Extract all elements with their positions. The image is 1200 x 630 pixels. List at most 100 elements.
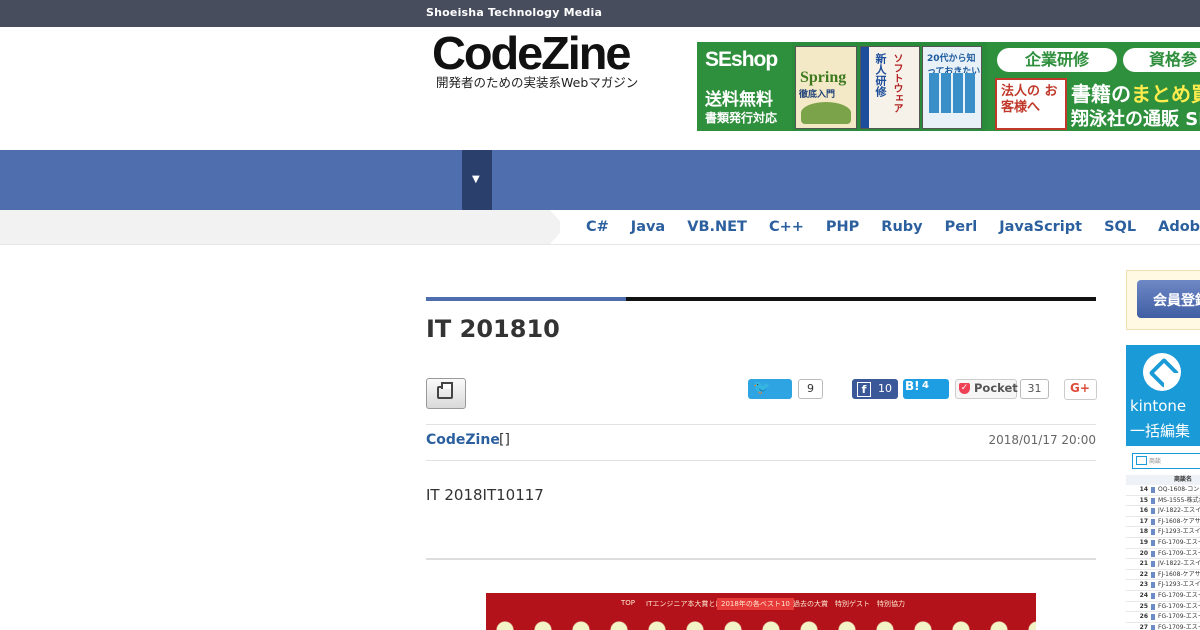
banner-seshop-panel: SEshop 送料無料 書類発行対応	[697, 42, 792, 131]
tag-link-adobe[interactable]: Adobe	[1158, 219, 1200, 235]
kintone-name: kintone	[1130, 397, 1187, 415]
tag-link-java[interactable]: Java	[631, 219, 665, 235]
row-number: 22	[1139, 570, 1148, 578]
seshop-banner-ad[interactable]: SEshop 送料無料 書類発行対応 Spring 徹底入門 新人研修 ソフトウ…	[697, 42, 1200, 131]
banner-free-shipping: 送料無料	[705, 90, 773, 110]
hatena-bookmark-count: 4	[922, 380, 929, 391]
member-register-box: 会員登録	[1126, 270, 1200, 330]
document-icon	[1151, 539, 1155, 546]
kintone-table-row: 19 FG-1709-エスイ	[1126, 538, 1200, 549]
banner-mail-order: 翔泳社の通販 SE	[1071, 109, 1200, 130]
banner-training-pill: 企業研修	[997, 48, 1117, 72]
google-plus-share-button[interactable]: G+	[1064, 379, 1097, 400]
print-button[interactable]	[426, 378, 466, 409]
row-number: 26	[1139, 613, 1148, 621]
facebook-share-button[interactable]: f 10	[852, 379, 898, 399]
row-value: OQ-1608-コンク	[1158, 486, 1200, 493]
kintone-record-table: 商談名 14 OQ-1608-コンク 15 MS-1555-株式会 16 JV-1822-…	[1126, 475, 1200, 630]
author-suffix: []	[499, 432, 510, 448]
kintone-table-row: 14 OQ-1608-コンク	[1126, 485, 1200, 496]
document-icon	[1151, 497, 1155, 504]
row-value: FJ-1608-ケアサ	[1158, 517, 1200, 525]
banner-invoice: 書類発行対応	[705, 111, 778, 125]
tag-links: C# Java VB.NET C++ PHP Ruby Perl JavaScr…	[586, 219, 1200, 235]
tag-link-perl[interactable]: Perl	[945, 219, 978, 235]
site-logo[interactable]: CodeZine 開発者のための実装系Webマガジン	[432, 30, 657, 94]
article-divider	[426, 558, 1096, 560]
row-value: JV-1822-エスイ	[1158, 507, 1200, 515]
tag-link-php[interactable]: PHP	[826, 219, 859, 235]
kintone-ad[interactable]: kintone 一括編集 商談 商談名 14 OQ-1608-コンク 15 MS-15…	[1126, 345, 1200, 630]
kintone-search-field: 商談	[1132, 453, 1200, 469]
kintone-table-row: 16 JV-1822-エスイ	[1126, 506, 1200, 517]
kintone-table-row: 24 FG-1709-エスイ	[1126, 591, 1200, 602]
row-value: FG-1709-エスイ	[1158, 623, 1200, 630]
author-link[interactable]: CodeZine	[426, 432, 500, 448]
facebook-share-count: 10	[878, 382, 892, 395]
article-hero-image: TOP ITエンジニア本大賞とは 2018年の各ベスト10 過去の大賞 特別ゲス…	[486, 593, 1036, 630]
caret-down-icon: ▼	[472, 174, 480, 185]
book-title: 新人研修	[874, 53, 887, 97]
pocket-icon: ✓	[959, 383, 970, 394]
hatena-bookmark-button[interactable]: B! 4	[903, 379, 949, 399]
document-icon	[1151, 592, 1155, 599]
row-number: 16	[1139, 507, 1148, 515]
tag-link-cpp[interactable]: C++	[769, 219, 804, 235]
row-value: JV-1822-エスイ	[1158, 560, 1200, 568]
table-icon	[1136, 456, 1147, 465]
kintone-table-row: 17 FJ-1608-ケアサ	[1126, 517, 1200, 528]
banner-corporate-panel: 企業研修 資格参 法人の お客様へ 書籍のまとめ買 翔泳社の通販 SE	[987, 42, 1200, 131]
hero-image-nav: TOP ITエンジニア本大賞とは 2018年の各ベスト10 過去の大賞 特別ゲス…	[486, 598, 1036, 611]
hero-nav-item: 過去の大賞	[793, 600, 828, 608]
document-icon	[1151, 529, 1155, 536]
kintone-table-row: 22 FJ-1608-ケアサ	[1126, 570, 1200, 581]
row-value: FG-1709-エスイ	[1158, 602, 1200, 610]
kintone-table-row: 20 FG-1709-エスイ	[1126, 549, 1200, 560]
document-icon	[1151, 550, 1155, 557]
article-lead: IT 2018IT10117	[426, 486, 544, 504]
banner-corporate-box: 法人の お客様へ	[995, 78, 1067, 130]
twitter-share-count: 9	[798, 379, 823, 399]
logo-wordmark: CodeZine	[432, 27, 631, 79]
tag-link-javascript[interactable]: JavaScript	[999, 219, 1082, 235]
tag-link-csharp[interactable]: C#	[586, 219, 609, 235]
banner-book-cover: 新人研修 ソフトウェア	[860, 46, 920, 129]
row-number: 21	[1139, 560, 1148, 568]
kintone-table-row: 23 FJ-1293-エスイ	[1126, 580, 1200, 591]
pocket-save-button[interactable]: ✓ Pocket	[955, 379, 1018, 399]
row-value: FG-1709-エスイ	[1158, 538, 1200, 546]
hero-nav-item-active: 2018年の各ベスト10	[717, 598, 794, 610]
document-icon	[1151, 487, 1155, 493]
row-number: 27	[1139, 623, 1148, 630]
banner-qualification-pill: 資格参	[1123, 48, 1200, 72]
top-strip: Shoeisha Technology Media	[0, 0, 1200, 27]
document-icon	[1151, 518, 1155, 525]
nav-menu-toggle[interactable]: ▼	[462, 150, 492, 210]
row-number: 19	[1139, 538, 1148, 546]
kintone-ad-header: kintone 一括編集	[1126, 345, 1200, 446]
tag-link-ruby[interactable]: Ruby	[881, 219, 922, 235]
row-value: FJ-1608-ケアサ	[1158, 570, 1200, 578]
document-icon	[1151, 624, 1155, 630]
row-number: 24	[1139, 591, 1148, 599]
twitter-bird-icon: 🐦	[753, 380, 771, 396]
tag-bar-arrow	[0, 210, 560, 244]
twitter-share-button[interactable]: 🐦	[748, 379, 792, 399]
tag-link-sql[interactable]: SQL	[1104, 219, 1136, 235]
logo-tagline: 開発者のための実装系Webマガジン	[436, 75, 639, 90]
kintone-table-row: 27 FG-1709-エスイ	[1126, 623, 1200, 630]
row-number: 18	[1139, 528, 1148, 536]
member-register-button[interactable]: 会員登録	[1137, 280, 1200, 318]
network-brand[interactable]: Shoeisha Technology Media	[426, 6, 602, 19]
row-value: MS-1555-株式会	[1158, 496, 1200, 504]
tag-link-vbnet[interactable]: VB.NET	[687, 219, 747, 235]
row-number: 15	[1139, 496, 1148, 504]
document-icon	[1151, 571, 1155, 578]
tree-illustration	[801, 102, 851, 124]
row-number: 23	[1139, 581, 1148, 589]
row-value: FG-1709-エスイ	[1158, 613, 1200, 621]
row-number: 17	[1139, 517, 1148, 525]
document-icon	[1151, 614, 1155, 621]
document-icon	[1151, 603, 1155, 610]
hero-nav-item: ITエンジニア本大賞とは	[646, 600, 723, 608]
